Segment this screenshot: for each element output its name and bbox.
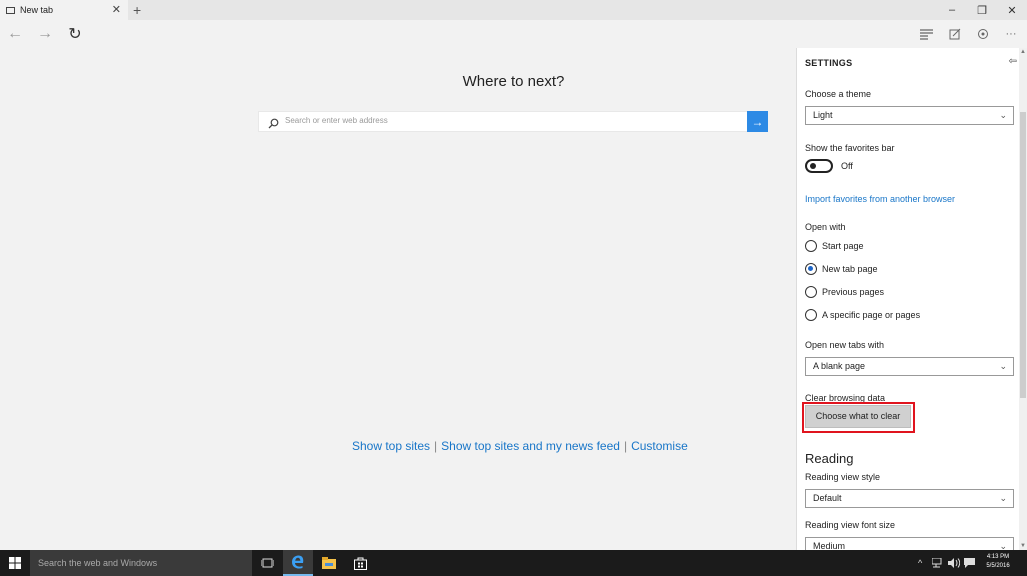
- file-explorer-icon[interactable]: [314, 550, 344, 576]
- reading-heading: Reading: [805, 451, 854, 466]
- radio-specific-page[interactable]: [805, 309, 817, 321]
- theme-select[interactable]: Light ⌄: [805, 106, 1014, 125]
- refresh-button[interactable]: ↻: [64, 23, 86, 45]
- scroll-down-icon[interactable]: ▼: [1019, 542, 1027, 550]
- theme-value: Light: [813, 110, 833, 120]
- clock-time: 4:13 PM: [986, 554, 1010, 560]
- radio-specific-page-label: A specific page or pages: [822, 310, 921, 320]
- search-go-button[interactable]: →: [747, 111, 768, 132]
- start-button[interactable]: [0, 550, 30, 576]
- theme-label: Choose a theme: [805, 89, 872, 99]
- radio-new-tab-page-label: New tab page: [822, 264, 878, 274]
- back-button[interactable]: ←: [4, 23, 26, 45]
- hub-icon[interactable]: [916, 24, 936, 44]
- search-icon: [268, 116, 279, 129]
- minimize-button[interactable]: –: [938, 0, 966, 20]
- radio-start-page[interactable]: [805, 240, 817, 252]
- settings-pane: SETTINGS ⇦ Choose a theme Light ⌄ Show t…: [796, 48, 1027, 550]
- radio-previous-pages-label: Previous pages: [822, 287, 885, 297]
- share-icon[interactable]: [973, 24, 993, 44]
- tab-title: New tab: [20, 5, 54, 15]
- windows-logo-icon: [9, 557, 21, 569]
- new-tabs-value: A blank page: [813, 361, 866, 371]
- chevron-down-icon: ⌄: [999, 493, 1007, 503]
- tray-chevron-icon[interactable]: ^: [918, 550, 922, 576]
- navigation-bar: ← → ↻ ···: [0, 20, 1027, 48]
- volume-icon[interactable]: [948, 550, 960, 576]
- new-tabs-label: Open new tabs with: [805, 340, 885, 350]
- settings-header: SETTINGS: [805, 58, 853, 68]
- title-bar: New tab ✕ + – ❐ ✕: [0, 0, 1027, 20]
- favorites-bar-state: Off: [841, 161, 853, 171]
- reading-font-select[interactable]: Medium ⌄: [805, 537, 1014, 550]
- new-tabs-select[interactable]: A blank page ⌄: [805, 357, 1014, 376]
- tab-page-icon: [6, 6, 15, 14]
- top-sites-links: Show top sites | Show top sites and my new…: [352, 439, 688, 453]
- forward-button[interactable]: →: [34, 23, 56, 45]
- chevron-down-icon: ⌄: [999, 361, 1007, 371]
- radio-start-page-label: Start page: [822, 241, 864, 251]
- open-with-label: Open with: [805, 222, 846, 232]
- radio-new-tab-page[interactable]: [805, 263, 817, 275]
- chevron-down-icon: ⌄: [999, 541, 1007, 550]
- show-top-sites-link[interactable]: Show top sites: [352, 439, 430, 453]
- system-clock[interactable]: 4:13 PM 5/5/2016: [980, 553, 1016, 571]
- link-separator: |: [623, 439, 628, 453]
- import-favorites-link[interactable]: Import favorites from another browser: [805, 194, 955, 204]
- more-icon[interactable]: ···: [1001, 24, 1021, 44]
- notification-icon[interactable]: [964, 550, 975, 576]
- highlight-box: [802, 402, 915, 433]
- store-icon[interactable]: [345, 550, 375, 576]
- edge-icon[interactable]: [283, 550, 313, 576]
- taskbar: Search the web and Windows ^ 4:13 PM 5/5…: [0, 550, 1027, 576]
- reading-font-value: Medium: [813, 541, 846, 550]
- taskbar-search[interactable]: Search the web and Windows: [30, 550, 252, 576]
- tab-close-icon[interactable]: ✕: [112, 3, 121, 16]
- settings-scrollbar[interactable]: ▲ ▼: [1019, 48, 1027, 550]
- search-placeholder: Search or enter web address: [285, 116, 388, 125]
- task-view-icon[interactable]: [252, 550, 282, 576]
- reading-style-label: Reading view style: [805, 472, 881, 482]
- reading-font-label: Reading view font size: [805, 520, 896, 530]
- reading-style-select[interactable]: Default ⌄: [805, 489, 1014, 508]
- favorites-bar-toggle[interactable]: [805, 159, 833, 173]
- favorites-bar-label: Show the favorites bar: [805, 143, 895, 153]
- reading-style-value: Default: [813, 493, 842, 503]
- restore-button[interactable]: ❐: [968, 0, 996, 20]
- scrollbar-thumb[interactable]: [1020, 112, 1026, 398]
- search-box[interactable]: Search or enter web address →: [258, 111, 768, 132]
- show-top-sites-news-link[interactable]: Show top sites and my news feed: [441, 439, 620, 453]
- network-icon[interactable]: [932, 550, 943, 576]
- link-separator: |: [434, 439, 438, 453]
- pin-icon[interactable]: ⇦: [1009, 56, 1017, 67]
- web-note-icon[interactable]: [945, 24, 965, 44]
- close-window-button[interactable]: ✕: [998, 0, 1026, 20]
- tab-new-tab[interactable]: New tab ✕: [0, 0, 128, 20]
- radio-previous-pages[interactable]: [805, 286, 817, 298]
- toggle-knob: [810, 163, 816, 169]
- chevron-down-icon: ⌄: [999, 110, 1007, 120]
- customise-link[interactable]: Customise: [631, 439, 688, 453]
- clock-date: 5/5/2016: [986, 563, 1010, 569]
- new-tab-button[interactable]: +: [133, 1, 141, 19]
- scroll-up-icon[interactable]: ▲: [1019, 48, 1027, 56]
